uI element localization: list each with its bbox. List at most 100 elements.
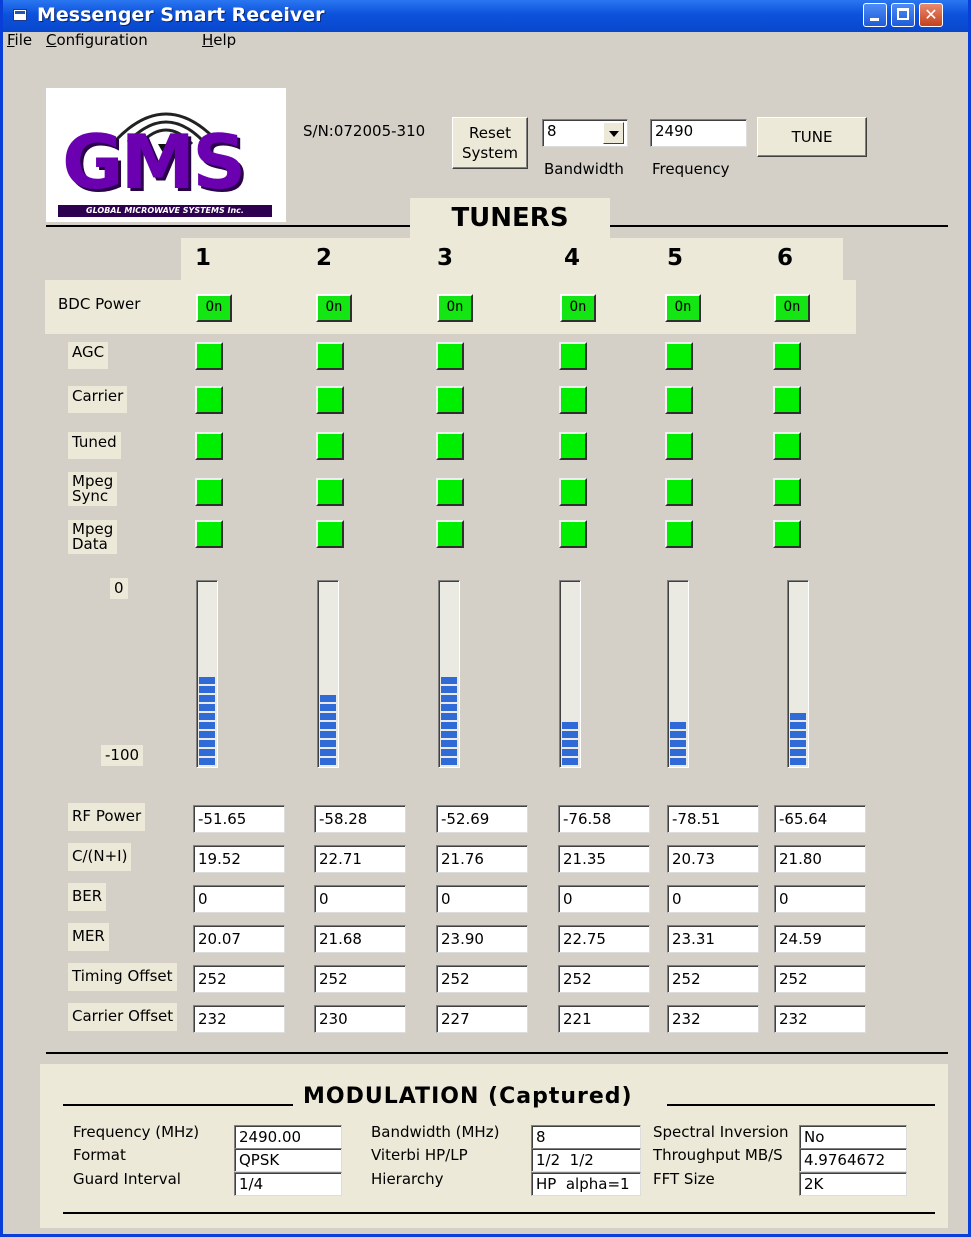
divider — [46, 1052, 948, 1054]
status-label-3: Mpeg Sync — [68, 472, 118, 506]
measure-2-tuner-1-value: 0 — [193, 885, 285, 913]
meter-segment — [441, 722, 457, 729]
measure-3-tuner-3-value: 23.90 — [436, 925, 528, 953]
bdc-power-toggle-1[interactable]: On — [196, 294, 232, 322]
mod-guard-label: Guard Interval — [73, 1170, 181, 1188]
status-label-2: Tuned — [68, 432, 121, 459]
meter-segment — [562, 722, 578, 729]
measure-0-tuner-1-value: -51.65 — [193, 805, 285, 833]
meter-segment — [441, 686, 457, 693]
status-led-2-5 — [665, 432, 693, 460]
bandwidth-label: Bandwidth — [544, 160, 624, 178]
status-label-1: Carrier — [68, 386, 128, 413]
meter-segment — [670, 731, 686, 738]
tuners-heading: TUNERS — [410, 198, 610, 238]
measure-4-tuner-5-value: 252 — [667, 965, 759, 993]
meter-segment — [670, 722, 686, 729]
status-led-0-1 — [195, 342, 223, 370]
status-led-4-4 — [559, 520, 587, 548]
measure-5-tuner-4-value: 221 — [558, 1005, 650, 1033]
status-led-0-2 — [316, 342, 344, 370]
measure-3-tuner-5-value: 23.31 — [667, 925, 759, 953]
reset-system-button[interactable]: Reset System — [452, 117, 528, 169]
bdc-power-toggle-3[interactable]: On — [437, 294, 473, 322]
status-led-3-6 — [773, 478, 801, 506]
signal-meter-2 — [317, 580, 339, 768]
meter-segment — [562, 740, 578, 747]
close-button[interactable]: ✕ — [919, 3, 943, 27]
tuner-2-number: 2 — [316, 245, 333, 271]
measure-1-tuner-3-value: 21.76 — [436, 845, 528, 873]
minimize-button[interactable] — [863, 3, 887, 27]
bdc-power-toggle-2[interactable]: On — [316, 294, 352, 322]
tuner-6-number: 6 — [777, 245, 794, 271]
meter-segment — [199, 749, 215, 756]
modulation-heading: MODULATION (Captured) — [299, 1084, 637, 1109]
meter-segment — [320, 740, 336, 747]
reset-label-line2: System — [462, 144, 518, 162]
measure-2-tuner-5-value: 0 — [667, 885, 759, 913]
meter-segment — [562, 749, 578, 756]
signal-meter-1 — [196, 580, 218, 768]
divider — [46, 225, 411, 227]
status-led-1-1 — [195, 386, 223, 414]
status-led-2-2 — [316, 432, 344, 460]
logo-subtitle: GLOBAL MICROWAVE SYSTEMS Inc. — [58, 205, 272, 217]
mod-guard-value: 1/4 — [234, 1172, 342, 1196]
mod-fft-value: 2K — [799, 1172, 907, 1196]
tuner-1-number: 1 — [195, 245, 212, 271]
status-led-0-6 — [773, 342, 801, 370]
status-led-4-6 — [773, 520, 801, 548]
status-led-0-5 — [665, 342, 693, 370]
status-led-4-3 — [436, 520, 464, 548]
title-bar[interactable]: Messenger Smart Receiver ✕ — [3, 0, 968, 32]
status-led-4-1 — [195, 520, 223, 548]
status-led-2-3 — [436, 432, 464, 460]
measure-0-tuner-6-value: -65.64 — [774, 805, 866, 833]
meter-segment — [320, 749, 336, 756]
mod-throughput-label: Throughput MB/S — [653, 1146, 783, 1164]
meter-segment — [790, 740, 806, 747]
meter-segment — [320, 713, 336, 720]
measure-1-tuner-4-value: 21.35 — [558, 845, 650, 873]
status-led-3-3 — [436, 478, 464, 506]
tune-button[interactable]: TUNE — [757, 117, 867, 157]
meter-segment — [441, 749, 457, 756]
meter-segment — [441, 758, 457, 765]
menu-bar — [3, 32, 968, 58]
frequency-input-value: 2490 — [655, 122, 694, 140]
bdc-power-toggle-6[interactable]: On — [774, 294, 810, 322]
measure-4-tuner-1-value: 252 — [193, 965, 285, 993]
measure-3-tuner-6-value: 24.59 — [774, 925, 866, 953]
bdc-power-toggle-4[interactable]: On — [560, 294, 596, 322]
mod-viterbi-value: 1/2 1/2 — [531, 1148, 641, 1172]
measure-label-5: Carrier Offset — [68, 1003, 178, 1031]
meter-segment — [320, 731, 336, 738]
measure-label-0: RF Power — [68, 803, 146, 831]
menu-file[interactable]: File — [7, 31, 32, 49]
status-led-3-1 — [195, 478, 223, 506]
meter-segment — [320, 722, 336, 729]
serial-number: S/N:072005-310 — [303, 122, 426, 140]
measure-5-tuner-1-value: 232 — [193, 1005, 285, 1033]
mod-format-label: Format — [73, 1146, 126, 1164]
meter-segment — [320, 704, 336, 711]
bdc-power-toggle-5[interactable]: On — [665, 294, 701, 322]
chevron-down-icon[interactable] — [603, 122, 624, 144]
maximize-button[interactable] — [891, 3, 915, 27]
divider — [667, 1104, 935, 1106]
status-led-4-5 — [665, 520, 693, 548]
status-led-3-4 — [559, 478, 587, 506]
meter-segment — [670, 749, 686, 756]
divider — [610, 225, 948, 227]
status-led-3-2 — [316, 478, 344, 506]
menu-help[interactable]: Help — [202, 31, 236, 49]
logo-text: GMS — [62, 118, 246, 206]
menu-configuration[interactable]: Configuration — [46, 31, 148, 49]
company-logo: GMS GLOBAL MICROWAVE SYSTEMS Inc. — [46, 88, 286, 222]
meter-segment — [441, 677, 457, 684]
mod-throughput-value: 4.9764672 — [799, 1148, 907, 1172]
measure-4-tuner-3-value: 252 — [436, 965, 528, 993]
frequency-input[interactable]: 2490 — [650, 119, 747, 147]
meter-segment — [790, 731, 806, 738]
